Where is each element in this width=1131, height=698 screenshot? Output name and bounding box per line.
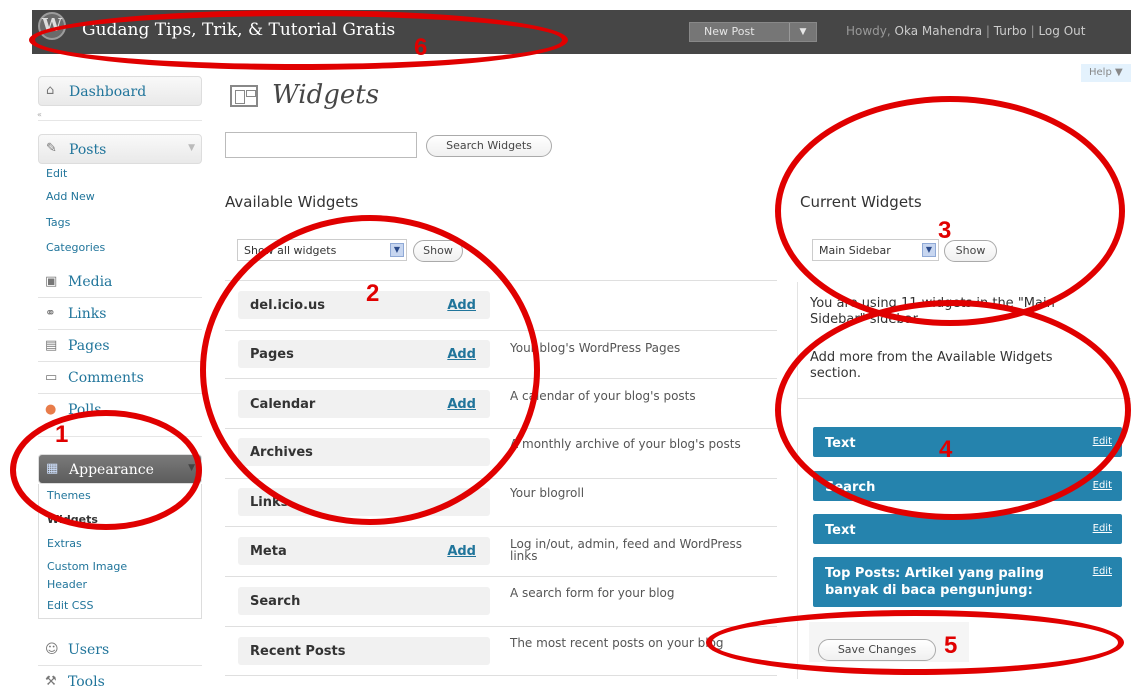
widget-description: Log in/out, admin, feed and WordPress li… bbox=[510, 537, 742, 563]
current-widget-name: Top Posts: Artikel yang paling banyak di… bbox=[825, 566, 1044, 598]
sidebar-item-label: Links bbox=[68, 306, 107, 322]
annotation-ring bbox=[775, 300, 1131, 520]
widget-name: Meta bbox=[250, 544, 287, 559]
sidebar-item-media[interactable]: ▣ Media bbox=[38, 266, 202, 298]
submenu-item-extras[interactable]: Extras bbox=[39, 532, 201, 556]
widget-item[interactable]: Recent Posts bbox=[238, 637, 490, 665]
edit-widget-link[interactable]: Edit bbox=[1093, 566, 1112, 577]
polls-icon: ● bbox=[45, 402, 57, 417]
separator: | bbox=[982, 24, 994, 38]
sidebar-item-posts[interactable]: ✎ Posts ▼ bbox=[38, 134, 202, 164]
sidebar-item-links[interactable]: ⚭ Links bbox=[38, 298, 202, 330]
turbo-link[interactable]: Turbo bbox=[994, 24, 1027, 38]
widget-name: Recent Posts bbox=[250, 644, 346, 659]
divider bbox=[225, 576, 777, 577]
divider bbox=[225, 675, 777, 676]
submenu-item-edit[interactable]: Edit bbox=[38, 164, 202, 184]
annotation-ring bbox=[775, 96, 1125, 326]
divider bbox=[225, 526, 777, 527]
help-label: Help bbox=[1089, 67, 1112, 78]
chevron-down-icon[interactable]: ▼ bbox=[188, 143, 195, 153]
sidebar-item-comments[interactable]: ▭ Comments bbox=[38, 362, 202, 394]
new-post-label: New Post bbox=[704, 25, 755, 38]
separator: | bbox=[1026, 24, 1039, 38]
annotation-ring bbox=[10, 410, 202, 530]
annotation-number: 5 bbox=[944, 632, 958, 659]
widget-description: A search form for your blog bbox=[510, 586, 675, 600]
widget-item[interactable]: Meta Add bbox=[238, 537, 490, 565]
link-icon: ⚭ bbox=[45, 306, 56, 321]
current-widget[interactable]: Top Posts: Artikel yang paling banyak di… bbox=[813, 557, 1122, 607]
sidebar-item-dashboard[interactable]: ⌂ Dashboard bbox=[38, 76, 202, 106]
divider bbox=[225, 626, 777, 627]
submenu-item-tags[interactable]: Tags bbox=[38, 210, 202, 235]
tools-icon: ⚒ bbox=[45, 674, 57, 689]
annotation-ring bbox=[706, 610, 1124, 675]
annotation-number: 1 bbox=[55, 421, 69, 448]
sidebar-item-label: Dashboard bbox=[69, 84, 147, 100]
home-icon: ⌂ bbox=[46, 83, 55, 98]
log-out-link[interactable]: Log Out bbox=[1038, 24, 1085, 38]
sidebar-item-label: Users bbox=[68, 642, 110, 658]
widget-description: Your blogroll bbox=[510, 486, 585, 500]
sidebar-item-label: Pages bbox=[68, 338, 110, 354]
sidebar-separator: « bbox=[37, 110, 202, 121]
page-title: Widgets bbox=[272, 80, 380, 110]
sidebar-item-label: Media bbox=[68, 274, 113, 290]
widget-item[interactable]: Search bbox=[238, 587, 490, 615]
widget-description: A monthly archive of your blog's posts bbox=[510, 437, 741, 451]
widget-name: Search bbox=[250, 594, 301, 609]
help-tab[interactable]: Help ▼ bbox=[1081, 64, 1131, 82]
sidebar-item-label: Posts bbox=[69, 142, 107, 158]
sidebar-item-pages[interactable]: ▤ Pages bbox=[38, 330, 202, 362]
annotation-number: 2 bbox=[366, 280, 380, 307]
submenu-item-categories[interactable]: Categories bbox=[38, 235, 202, 260]
collapse-arrows-icon[interactable]: « bbox=[37, 110, 42, 119]
annotation-number: 6 bbox=[414, 34, 428, 61]
pin-icon: ✎ bbox=[46, 141, 57, 156]
widget-description: Your blog's WordPress Pages bbox=[510, 341, 681, 355]
edit-widget-link[interactable]: Edit bbox=[1093, 480, 1112, 491]
sidebar-item-users[interactable]: ☺ Users bbox=[38, 634, 202, 666]
widget-description: A calendar of your blog's posts bbox=[510, 389, 696, 403]
submenu-item-custom-image-header[interactable]: Custom Image Header bbox=[39, 556, 167, 594]
sidebar-item-tools[interactable]: ⚒ Tools bbox=[38, 666, 202, 698]
comment-icon: ▭ bbox=[45, 370, 58, 385]
edit-widget-link[interactable]: Edit bbox=[1093, 523, 1112, 534]
user-greeting: Howdy, Oka Mahendra | Turbo | Log Out bbox=[846, 24, 1085, 38]
annotation-number: 4 bbox=[939, 436, 953, 463]
annotation-number: 3 bbox=[938, 217, 952, 244]
current-widget-name: Text bbox=[825, 523, 856, 538]
available-widgets-heading: Available Widgets bbox=[225, 193, 359, 211]
sidebar-item-label: Tools bbox=[68, 674, 105, 690]
user-name-link[interactable]: Oka Mahendra bbox=[895, 24, 983, 38]
add-widget-link[interactable]: Add bbox=[447, 544, 476, 559]
submenu-item-add-new[interactable]: Add New bbox=[38, 184, 202, 210]
chevron-down-icon[interactable]: ▼ bbox=[789, 23, 816, 41]
pages-icon: ▤ bbox=[45, 338, 58, 353]
submenu-item-edit-css[interactable]: Edit CSS bbox=[39, 594, 201, 618]
widget-search-input[interactable] bbox=[225, 132, 417, 158]
media-icon: ▣ bbox=[45, 274, 58, 289]
howdy-prefix: Howdy, bbox=[846, 24, 895, 38]
annotation-ring bbox=[200, 215, 540, 525]
users-icon: ☺ bbox=[45, 642, 59, 657]
search-widgets-button[interactable]: Search Widgets bbox=[426, 135, 552, 157]
annotation-ring bbox=[29, 10, 568, 70]
posts-submenu: Edit Add New Tags Categories bbox=[38, 164, 202, 260]
widgets-page-icon bbox=[230, 85, 258, 107]
sidebar-item-label: Comments bbox=[68, 370, 144, 386]
new-post-button[interactable]: New Post ▼ bbox=[689, 22, 817, 42]
